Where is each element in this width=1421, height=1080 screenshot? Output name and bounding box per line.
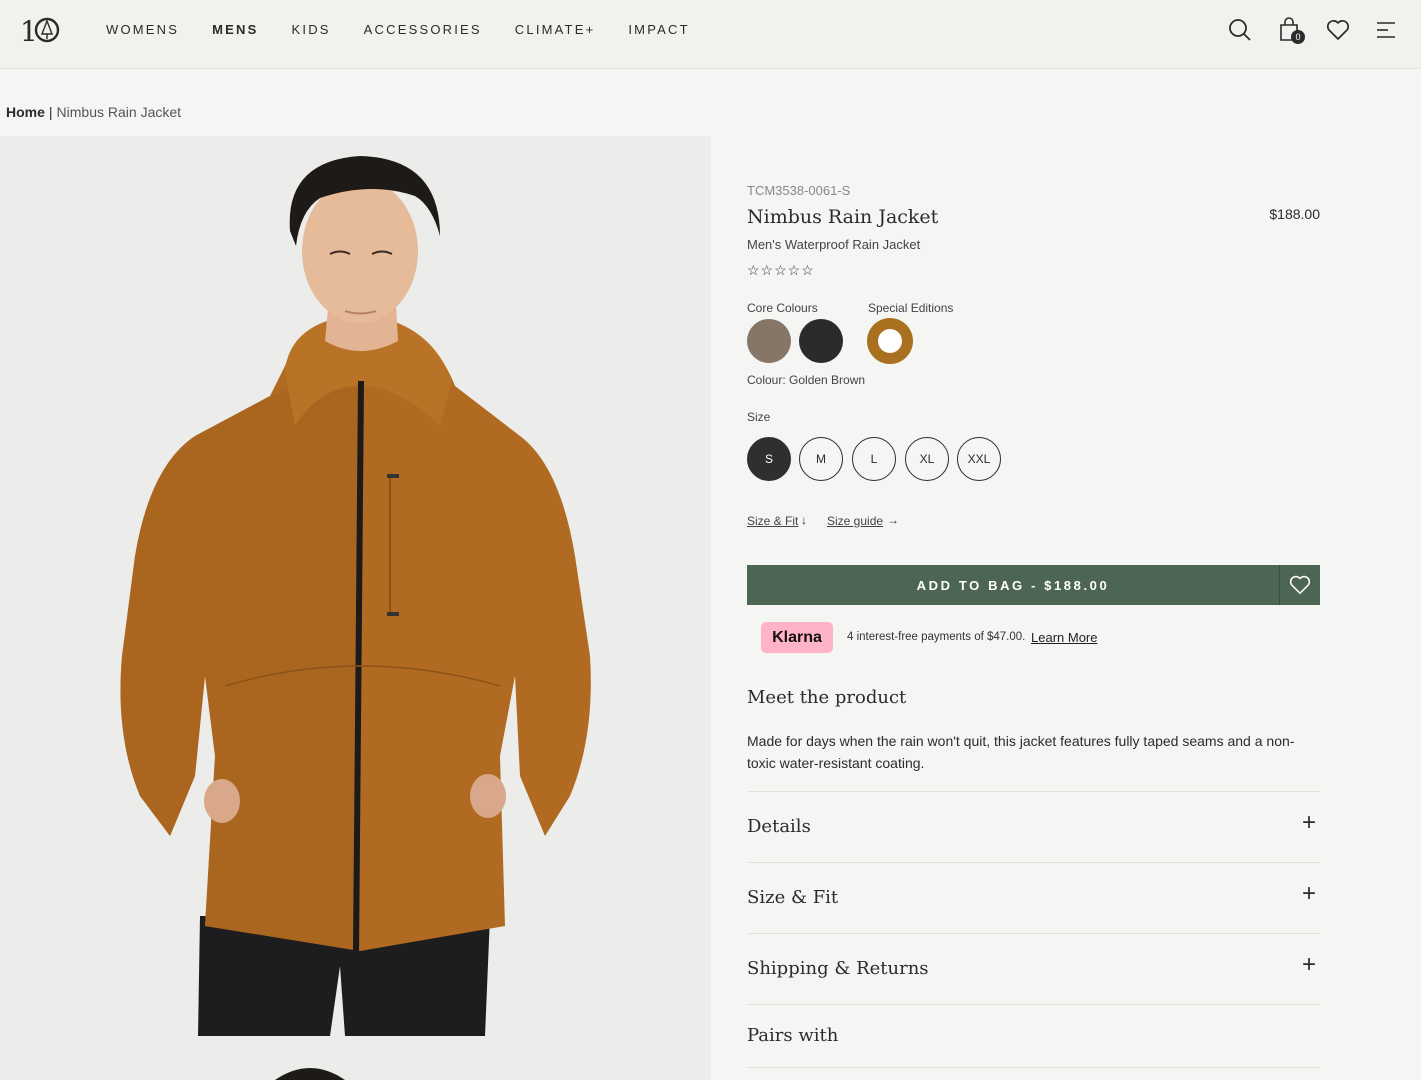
product-image[interactable] <box>0 136 711 1080</box>
bag-count-badge: 0 <box>1291 30 1305 44</box>
size-s-button[interactable]: S <box>747 437 791 481</box>
colour-selected-label: Colour: Golden Brown <box>747 373 866 387</box>
product-description: Made for days when the rain won't quit, … <box>747 733 1295 771</box>
nav-mens[interactable]: MENS <box>212 22 258 38</box>
heart-icon <box>1289 575 1311 595</box>
main-nav: WOMENS MENS KIDS ACCESSORIES CLIMATE+ IM… <box>106 22 723 38</box>
product-title: Nimbus Rain Jacket <box>747 206 939 228</box>
accordion-pairs-with[interactable]: Pairs with <box>747 1004 1320 1068</box>
product-price: $188.00 <box>1269 206 1320 222</box>
swatch-golden-brown[interactable] <box>868 319 912 363</box>
nav-climate[interactable]: CLIMATE+ <box>515 22 596 38</box>
swatch-black[interactable] <box>799 319 843 363</box>
accordion-pairs-with-title: Pairs with <box>747 1025 839 1046</box>
nav-kids[interactable]: KIDS <box>292 22 331 38</box>
size-l-button[interactable]: L <box>852 437 896 481</box>
size-label: Size <box>747 410 771 424</box>
size-m-button[interactable]: M <box>799 437 843 481</box>
product-sku: TCM3538-0061-S <box>747 183 851 198</box>
add-to-wishlist-button[interactable] <box>1279 565 1320 605</box>
size-fit-link[interactable]: Size & Fit <box>747 514 798 528</box>
add-to-bag-button[interactable]: ADD TO BAG - $188.00 <box>747 565 1279 605</box>
swatch-taupe[interactable] <box>747 319 791 363</box>
nav-accessories[interactable]: ACCESSORIES <box>364 22 482 38</box>
core-colours-label: Core Colours <box>747 301 818 315</box>
plus-icon: + <box>1301 951 1316 978</box>
breadcrumb-current: Nimbus Rain Jacket <box>56 104 182 120</box>
product-subtitle: Men's Waterproof Rain Jacket <box>747 237 921 252</box>
nav-womens[interactable]: WOMENS <box>106 22 179 38</box>
product-photo-jacket <box>120 156 591 1080</box>
klarna-learn-more-link[interactable]: Learn More <box>1031 630 1097 645</box>
site-header: 1 WOMENS MENS KIDS ACCESSORIES CLIMATE+ … <box>0 0 1421 69</box>
arrow-down-icon: ↓ <box>801 513 807 527</box>
plus-icon: + <box>1301 880 1316 907</box>
accordion-size-fit-title: Size & Fit <box>747 887 839 908</box>
breadcrumb-home-link[interactable]: Home <box>6 104 45 120</box>
accordion-details-title: Details <box>747 816 811 837</box>
size-guide-link[interactable]: Size guide <box>827 514 883 528</box>
star-rating[interactable]: ☆☆☆☆☆ <box>747 262 815 279</box>
wishlist-heart-icon[interactable] <box>1325 17 1351 43</box>
size-xxl-button[interactable]: XXL <box>957 437 1001 481</box>
meet-the-product-heading: Meet the product <box>747 687 907 708</box>
size-xl-button[interactable]: XL <box>905 437 949 481</box>
breadcrumb: Home | Nimbus Rain Jacket <box>6 104 181 120</box>
special-editions-label: Special Editions <box>868 301 954 315</box>
breadcrumb-separator: | <box>48 104 53 120</box>
arrow-right-icon: → <box>887 513 899 527</box>
accordion-shipping-returns-title: Shipping & Returns <box>747 958 929 979</box>
klarna-installments-text: 4 interest-free payments of $47.00. <box>847 631 1026 643</box>
brand-logo-icon[interactable]: 1 <box>20 14 60 46</box>
klarna-logo: Klarna <box>761 622 833 653</box>
plus-icon: + <box>1301 809 1316 836</box>
accordion-shipping-returns[interactable]: Shipping & Returns + <box>747 933 1320 1004</box>
menu-icon[interactable] <box>1374 17 1400 43</box>
accordion-details[interactable]: Details + <box>747 791 1320 862</box>
nav-impact[interactable]: IMPACT <box>628 22 689 38</box>
search-icon[interactable] <box>1227 17 1253 43</box>
accordion-size-fit[interactable]: Size & Fit + <box>747 862 1320 933</box>
